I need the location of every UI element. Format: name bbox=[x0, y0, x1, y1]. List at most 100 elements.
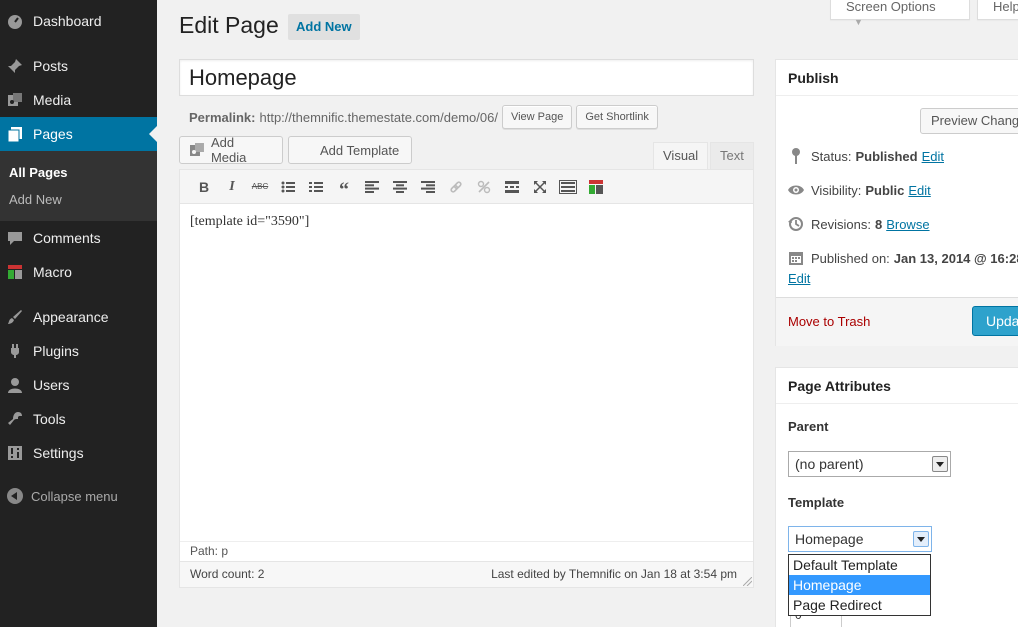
menu-macro[interactable]: Macro bbox=[0, 255, 157, 289]
publish-title: Publish bbox=[776, 60, 1018, 96]
collapse-menu[interactable]: Collapse menu bbox=[7, 488, 118, 504]
menu-label: Dashboard bbox=[33, 13, 102, 29]
calendar-icon bbox=[788, 250, 804, 266]
menu-label: Pages bbox=[33, 126, 73, 142]
macro-icon[interactable] bbox=[582, 176, 610, 198]
link-icon[interactable] bbox=[442, 176, 470, 198]
bold-icon[interactable]: B bbox=[190, 176, 218, 198]
status-edit-link[interactable]: Edit bbox=[922, 149, 944, 164]
media-icon bbox=[189, 143, 204, 156]
status-row: Status: Published Edit bbox=[788, 148, 944, 164]
menu-appearance[interactable]: Appearance bbox=[0, 300, 157, 334]
unlink-icon[interactable] bbox=[470, 176, 498, 198]
help-button[interactable]: Help bbox=[977, 0, 1018, 20]
menu-label: Settings bbox=[33, 445, 84, 461]
parent-select[interactable]: (no parent) bbox=[788, 451, 951, 477]
wrench-icon bbox=[7, 411, 23, 427]
menu-comments[interactable]: Comments bbox=[0, 221, 157, 255]
align-left-icon[interactable] bbox=[358, 176, 386, 198]
settings-icon bbox=[7, 445, 23, 461]
page-attributes-box: Page Attributes Parent (no parent) Templ… bbox=[775, 367, 1018, 627]
menu-users[interactable]: Users bbox=[0, 368, 157, 402]
editor-toolbar: B I ABC “ bbox=[180, 170, 753, 204]
numbered-list-icon[interactable] bbox=[302, 176, 330, 198]
update-button[interactable]: Update bbox=[972, 306, 1018, 336]
publish-actions: Move to Trash Update bbox=[776, 297, 1018, 346]
menu-plugins[interactable]: Plugins bbox=[0, 334, 157, 368]
menu-pages[interactable]: Pages bbox=[0, 117, 157, 151]
user-icon bbox=[7, 377, 23, 393]
italic-icon[interactable]: I bbox=[218, 176, 246, 198]
template-option-default[interactable]: Default Template bbox=[789, 555, 930, 575]
comment-icon bbox=[7, 230, 23, 246]
move-to-trash-link[interactable]: Move to Trash bbox=[788, 314, 870, 329]
submenu-all-pages[interactable]: All Pages bbox=[9, 165, 68, 180]
revisions-label: Revisions: bbox=[811, 216, 871, 232]
tab-visual[interactable]: Visual bbox=[653, 142, 709, 170]
chevron-down-icon bbox=[932, 456, 948, 472]
template-dropdown-list: Default Template Homepage Page Redirect bbox=[788, 554, 931, 616]
parent-label: Parent bbox=[788, 419, 829, 434]
add-template-button[interactable]: Add Template bbox=[288, 136, 412, 164]
pin-marker-icon bbox=[788, 148, 804, 164]
publish-box: Publish Preview Changes Status: Publishe… bbox=[775, 59, 1018, 346]
eye-icon bbox=[788, 182, 804, 198]
template-label: Template bbox=[788, 495, 845, 510]
published-on-row: Published on: Jan 13, 2014 @ 16:28 bbox=[788, 250, 1018, 266]
template-option-page-redirect[interactable]: Page Redirect bbox=[789, 595, 930, 615]
bullet-list-icon[interactable] bbox=[274, 176, 302, 198]
add-new-button[interactable]: Add New bbox=[288, 14, 360, 40]
pages-submenu: All Pages Add New bbox=[0, 151, 157, 221]
template-option-homepage[interactable]: Homepage bbox=[789, 575, 930, 595]
permalink-url[interactable]: http://themnific.themestate.com/demo/06/ bbox=[259, 110, 497, 125]
page-title: Edit Page bbox=[179, 12, 279, 38]
pages-icon bbox=[7, 126, 23, 142]
menu-settings[interactable]: Settings bbox=[0, 436, 157, 470]
menu-tools[interactable]: Tools bbox=[0, 402, 157, 436]
align-right-icon[interactable] bbox=[414, 176, 442, 198]
plugin-icon bbox=[7, 343, 23, 359]
tab-text[interactable]: Text bbox=[710, 142, 754, 170]
collapse-label: Collapse menu bbox=[31, 488, 118, 504]
fullscreen-icon[interactable] bbox=[526, 176, 554, 198]
title-input[interactable] bbox=[179, 59, 754, 96]
dashboard-icon bbox=[7, 13, 23, 29]
preview-changes-button[interactable]: Preview Changes bbox=[920, 108, 1018, 134]
toolbar-toggle-icon[interactable] bbox=[554, 176, 582, 198]
template-select-value: Homepage bbox=[795, 531, 864, 547]
editor-path: Path: p bbox=[180, 541, 753, 561]
brush-icon bbox=[7, 309, 23, 325]
screen-options-label: Screen Options bbox=[846, 0, 936, 14]
media-icon bbox=[7, 92, 23, 108]
menu-label: Macro bbox=[33, 264, 72, 280]
visibility-row: Visibility: Public Edit bbox=[788, 182, 931, 198]
menu-dashboard[interactable]: Dashboard bbox=[0, 4, 157, 38]
menu-media[interactable]: Media bbox=[0, 83, 157, 117]
menu-label: Plugins bbox=[33, 343, 79, 359]
get-shortlink-button[interactable]: Get Shortlink bbox=[576, 105, 658, 129]
browse-revisions-link[interactable]: Browse bbox=[886, 217, 929, 232]
resize-handle-icon[interactable] bbox=[743, 577, 752, 586]
template-select[interactable]: Homepage bbox=[788, 526, 932, 552]
permalink-row: Permalink: http://themnific.themestate.c… bbox=[189, 105, 658, 129]
visibility-edit-link[interactable]: Edit bbox=[908, 183, 930, 198]
strikethrough-icon[interactable]: ABC bbox=[246, 176, 274, 198]
read-more-icon[interactable] bbox=[498, 176, 526, 198]
editor-content[interactable]: [template id="3590"] bbox=[180, 204, 753, 240]
last-edited: Last edited by Themnific on Jan 18 at 3:… bbox=[491, 567, 737, 581]
blockquote-icon[interactable]: “ bbox=[330, 176, 358, 201]
view-page-button[interactable]: View Page bbox=[501, 105, 573, 129]
permalink-label: Permalink: bbox=[189, 109, 256, 125]
pin-icon bbox=[7, 58, 23, 74]
published-on-label: Published on: bbox=[811, 250, 890, 266]
submenu-add-new[interactable]: Add New bbox=[9, 192, 62, 207]
align-center-icon[interactable] bbox=[386, 176, 414, 198]
screen-options-button[interactable]: Screen Options ▼ bbox=[830, 0, 970, 27]
published-on-edit-link[interactable]: Edit bbox=[788, 271, 810, 286]
published-on-value: Jan 13, 2014 @ 16:28 bbox=[893, 250, 1018, 266]
menu-posts[interactable]: Posts bbox=[0, 49, 157, 83]
visibility-value: Public bbox=[865, 182, 905, 198]
add-media-button[interactable]: Add Media bbox=[179, 135, 283, 165]
add-template-label: Add Template bbox=[320, 142, 400, 158]
revisions-row: Revisions: 8 Browse bbox=[788, 216, 930, 232]
